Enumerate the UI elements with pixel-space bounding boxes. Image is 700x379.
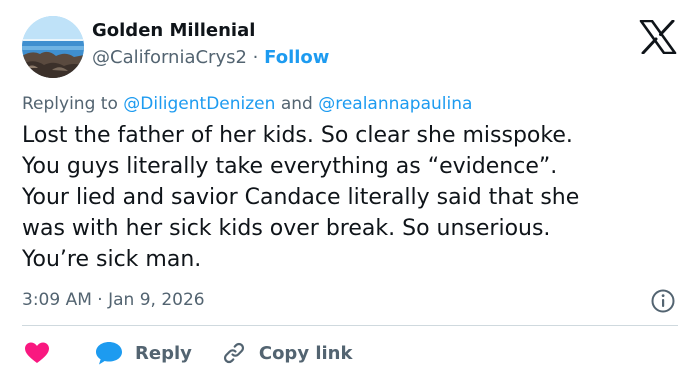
x-logo-icon[interactable] — [639, 20, 677, 54]
tweet-text-line: You guys literally take everything as “e… — [22, 154, 558, 179]
reply-label: Reply — [135, 342, 192, 364]
copy-link-button[interactable]: Copy link — [222, 341, 353, 365]
tweet-text-line: You’re sick man. — [22, 247, 202, 272]
tweet-text: Lost the father of her kids. So clear sh… — [22, 120, 684, 275]
timestamp-separator: · — [97, 290, 103, 310]
tweet-timestamp[interactable]: 3:09 AM · Jan 9, 2026 — [22, 287, 205, 313]
reply-context-prefix: Replying to — [22, 94, 118, 114]
avatar-beach-image — [22, 16, 84, 78]
reply-context: Replying to @DiligentDenizen and @realan… — [22, 92, 472, 116]
reply-mention-diligentdenizen[interactable]: @DiligentDenizen — [123, 94, 275, 114]
reply-button[interactable]: Reply — [94, 340, 192, 366]
reply-mention-realannapaulina[interactable]: @realannapaulina — [318, 94, 472, 114]
tweet-time: 3:09 AM — [22, 290, 92, 310]
divider — [22, 325, 678, 326]
heart-icon — [25, 342, 49, 363]
author-display-name[interactable]: Golden Millenial — [92, 18, 329, 44]
like-button[interactable] — [24, 341, 50, 365]
follow-button[interactable]: Follow — [264, 47, 329, 68]
author-handle-row: @CaliforniaCrys2 · Follow — [92, 44, 329, 72]
tweet-text-line: was with her sick kids over break. So un… — [22, 216, 551, 241]
tweet-date: Jan 9, 2026 — [108, 290, 205, 310]
tweet-text-line: Lost the father of her kids. So clear sh… — [22, 123, 573, 148]
info-icon[interactable] — [650, 288, 676, 314]
author-handle[interactable]: @CaliforniaCrys2 — [92, 47, 247, 68]
reply-context-conjunction: and — [280, 94, 313, 114]
copy-link-label: Copy link — [258, 342, 353, 364]
author-header: Golden Millenial @CaliforniaCrys2 · Foll… — [92, 18, 329, 72]
handle-separator: · — [252, 47, 259, 68]
tweet-text-line: Your lied and savior Candace literally s… — [22, 185, 580, 210]
link-icon — [223, 342, 244, 364]
action-bar: Reply Copy link — [22, 338, 352, 368]
avatar[interactable] — [22, 16, 84, 78]
speech-bubble-icon — [96, 342, 122, 365]
